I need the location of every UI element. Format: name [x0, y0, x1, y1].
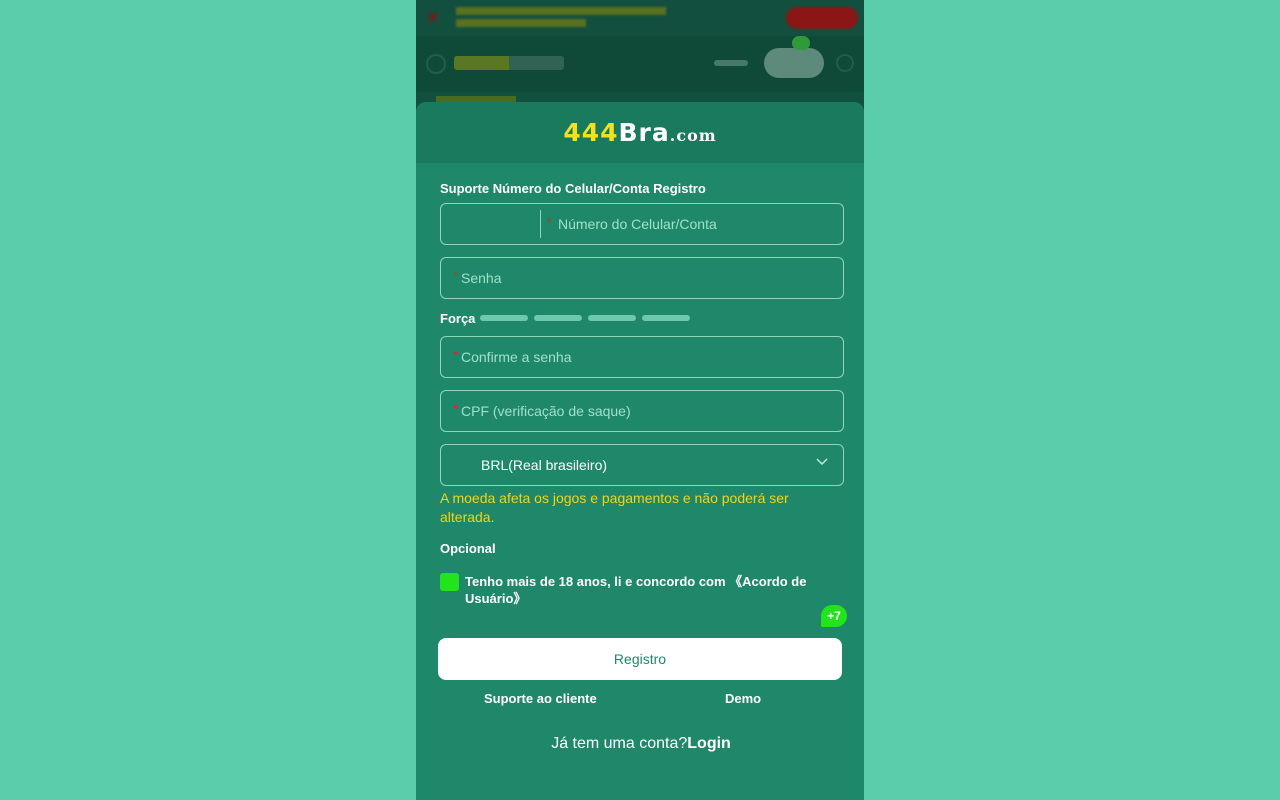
- login-prompt: Já tem uma conta?Login: [440, 735, 842, 753]
- chevron-down-icon: [816, 458, 828, 466]
- strength-bar-1: [480, 315, 528, 321]
- navbar-badge-blurred: [792, 36, 810, 50]
- download-button-blurred: [786, 7, 858, 29]
- navbar-login-blurred: [714, 60, 748, 66]
- login-link[interactable]: Login: [687, 735, 731, 752]
- search-icon: [836, 54, 854, 72]
- section-label: Suporte Número do Celular/Conta Registro: [440, 181, 706, 196]
- close-icon: ✕: [426, 10, 440, 27]
- agreement-text: Tenho mais de 18 anos, li e concordo com…: [465, 573, 825, 607]
- strength-bar-4: [642, 315, 690, 321]
- modal-header: 444Bra.com: [416, 102, 864, 163]
- logo-suffix: .com: [669, 126, 717, 145]
- cpf-field[interactable]: * CPF (verificação de saque): [440, 390, 844, 432]
- site-logo: 444Bra.com: [416, 118, 864, 147]
- login-prompt-text: Já tem uma conta?: [551, 735, 688, 752]
- register-modal: 444Bra.com Suporte Número do Celular/Con…: [416, 102, 864, 800]
- currency-warning: A moeda afeta os jogos e pagamentos e nã…: [440, 490, 789, 525]
- strength-bar-2: [534, 315, 582, 321]
- chat-badge[interactable]: +7: [821, 605, 847, 627]
- navbar-register-blurred: [764, 48, 824, 78]
- menu-icon: [426, 54, 446, 74]
- logo-digits: 444: [563, 118, 619, 147]
- background-download-banner: ✕: [416, 0, 864, 36]
- required-mark: *: [453, 268, 459, 284]
- required-mark: *: [546, 214, 552, 230]
- banner-text-blurred: [456, 5, 676, 29]
- required-mark: *: [453, 401, 459, 417]
- confirm-password-field[interactable]: * Confirme a senha: [440, 336, 844, 378]
- phone-placeholder: Número do Celular/Conta: [558, 216, 717, 232]
- background-navbar: [416, 36, 864, 92]
- customer-support-link[interactable]: Suporte ao cliente: [484, 691, 597, 706]
- optional-label: Opcional: [440, 541, 496, 556]
- phone-field[interactable]: * Número do Celular/Conta: [440, 203, 844, 245]
- app-frame: ✕ 444Bra.com Suporte Número do Celular/C…: [416, 0, 864, 800]
- strength-bar-3: [588, 315, 636, 321]
- demo-link[interactable]: Demo: [725, 691, 761, 706]
- strength-label: Força: [440, 311, 476, 326]
- password-field[interactable]: * Senha: [440, 257, 844, 299]
- country-code-divider: [540, 210, 541, 238]
- agreement-checkbox[interactable]: [440, 573, 459, 591]
- agreement-statement: Tenho mais de 18 anos, li e concordo com: [465, 574, 726, 589]
- confirm-placeholder: Confirme a senha: [461, 349, 572, 365]
- password-placeholder: Senha: [461, 270, 502, 286]
- currency-select[interactable]: BRL(Real brasileiro): [440, 444, 844, 486]
- logo-brand: Bra: [618, 118, 670, 147]
- required-mark: *: [453, 347, 459, 363]
- register-button[interactable]: Registro: [438, 638, 842, 680]
- navbar-logo-blurred: [454, 56, 564, 70]
- currency-value: BRL(Real brasileiro): [481, 457, 608, 473]
- cpf-placeholder: CPF (verificação de saque): [461, 403, 631, 419]
